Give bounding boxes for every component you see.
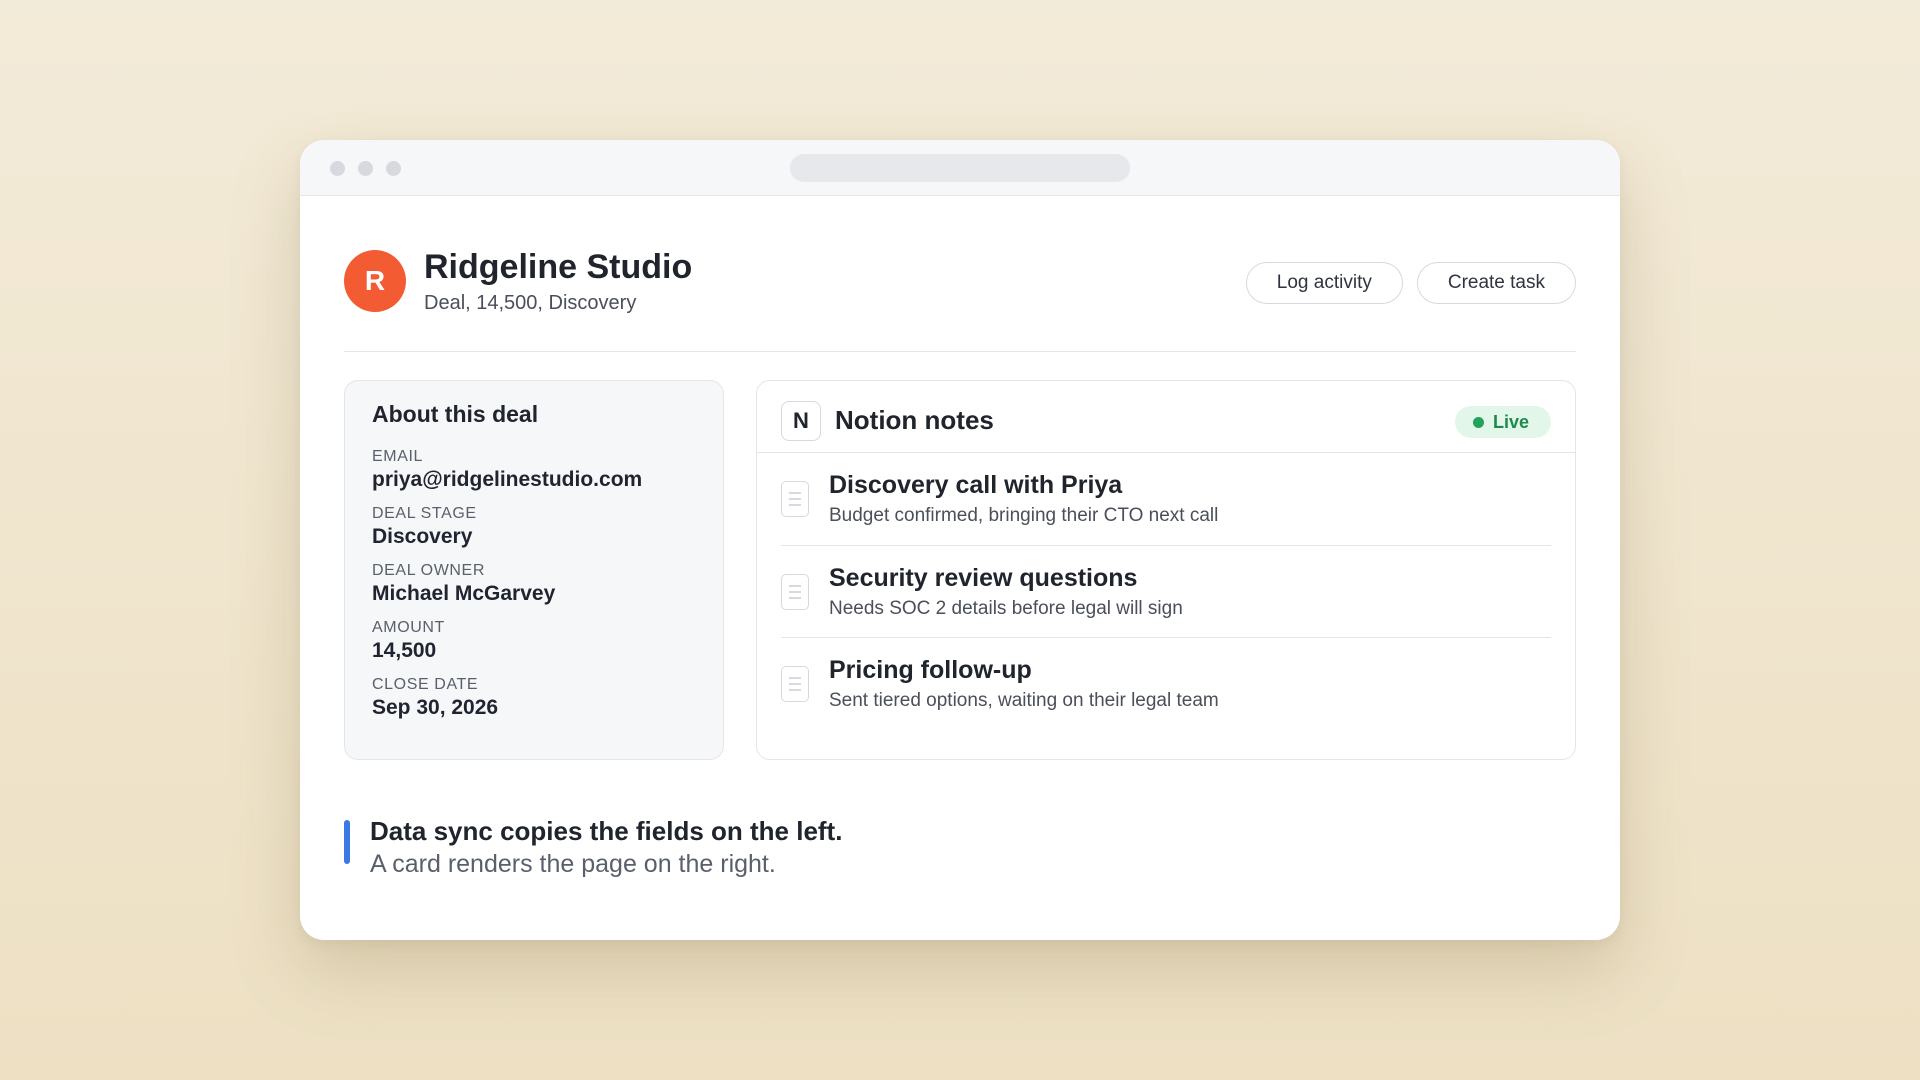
callout-accent-bar: [344, 820, 350, 864]
note-description: Sent tiered options, waiting on their le…: [829, 690, 1219, 711]
window-minimize-dot[interactable]: [358, 161, 373, 176]
field-close-date: CLOSE DATE Sep 30, 2026: [372, 676, 696, 720]
page-title: Ridgeline Studio: [424, 248, 693, 286]
field-label: EMAIL: [372, 448, 424, 465]
header-divider: [344, 351, 1576, 352]
avatar: R: [344, 250, 406, 312]
browser-window: R Ridgeline Studio Deal, 14,500, Discove…: [300, 140, 1620, 940]
note-title: Security review questions: [829, 564, 1138, 592]
note-item[interactable]: Discovery call with Priya Budget confirm…: [781, 453, 1551, 545]
status-badge: Live: [1454, 406, 1551, 438]
document-icon: [781, 481, 809, 517]
field-email: EMAIL priya@ridgelinestudio.com: [372, 448, 696, 492]
live-dot-icon: [1472, 416, 1484, 428]
field-value: 14,500: [372, 639, 437, 662]
note-title: Pricing follow-up: [829, 656, 1032, 684]
notes-header: N Notion notes Live: [757, 381, 1575, 453]
field-value: Michael McGarvey: [372, 582, 556, 605]
deal-summary: Deal, 14,500, Discovery: [424, 292, 637, 314]
notion-logo-icon: N: [781, 401, 821, 441]
status-label: Live: [1492, 411, 1529, 432]
field-label: DEAL STAGE: [372, 505, 477, 522]
field-value: Sep 30, 2026: [372, 696, 499, 719]
field-label: CLOSE DATE: [372, 676, 479, 693]
document-icon: [781, 666, 809, 702]
about-deal-title: About this deal: [372, 401, 539, 427]
note-description: Budget confirmed, bringing their CTO nex…: [829, 505, 1219, 526]
note-item[interactable]: Security review questions Needs SOC 2 de…: [781, 545, 1551, 637]
callout-title: Data sync copies the fields on the left.: [370, 816, 843, 846]
deal-page: R Ridgeline Studio Deal, 14,500, Discove…: [344, 196, 1576, 940]
note-title: Discovery call with Priya: [829, 471, 1123, 499]
document-icon: [781, 574, 809, 610]
window-close-dot[interactable]: [330, 161, 345, 176]
field-value: Discovery: [372, 525, 473, 548]
field-label: DEAL OWNER: [372, 562, 485, 579]
field-label: AMOUNT: [372, 619, 445, 636]
notion-notes-card: N Notion notes Live Discovery call with …: [756, 380, 1576, 760]
deal-header: R Ridgeline Studio Deal, 14,500, Discove…: [344, 248, 1576, 322]
field-amount: AMOUNT 14,500: [372, 619, 696, 663]
create-task-button[interactable]: Create task: [1416, 262, 1576, 304]
about-deal-card: About this deal EMAIL priya@ridgelinestu…: [344, 380, 724, 760]
field-deal-stage: DEAL STAGE Discovery: [372, 505, 696, 549]
header-actions: Log activity Create task: [1245, 262, 1576, 304]
window-titlebar: [300, 140, 1620, 196]
notes-title: Notion notes: [835, 405, 994, 435]
address-bar[interactable]: [790, 154, 1130, 182]
field-value: priya@ridgelinestudio.com: [372, 468, 643, 491]
note-item[interactable]: Pricing follow-up Sent tiered options, w…: [781, 637, 1551, 729]
log-activity-button[interactable]: Log activity: [1245, 262, 1403, 304]
window-maximize-dot[interactable]: [386, 161, 401, 176]
note-description: Needs SOC 2 details before legal will si…: [829, 598, 1183, 619]
callout-subtitle: A card renders the page on the right.: [370, 850, 776, 878]
field-deal-owner: DEAL OWNER Michael McGarvey: [372, 562, 696, 606]
